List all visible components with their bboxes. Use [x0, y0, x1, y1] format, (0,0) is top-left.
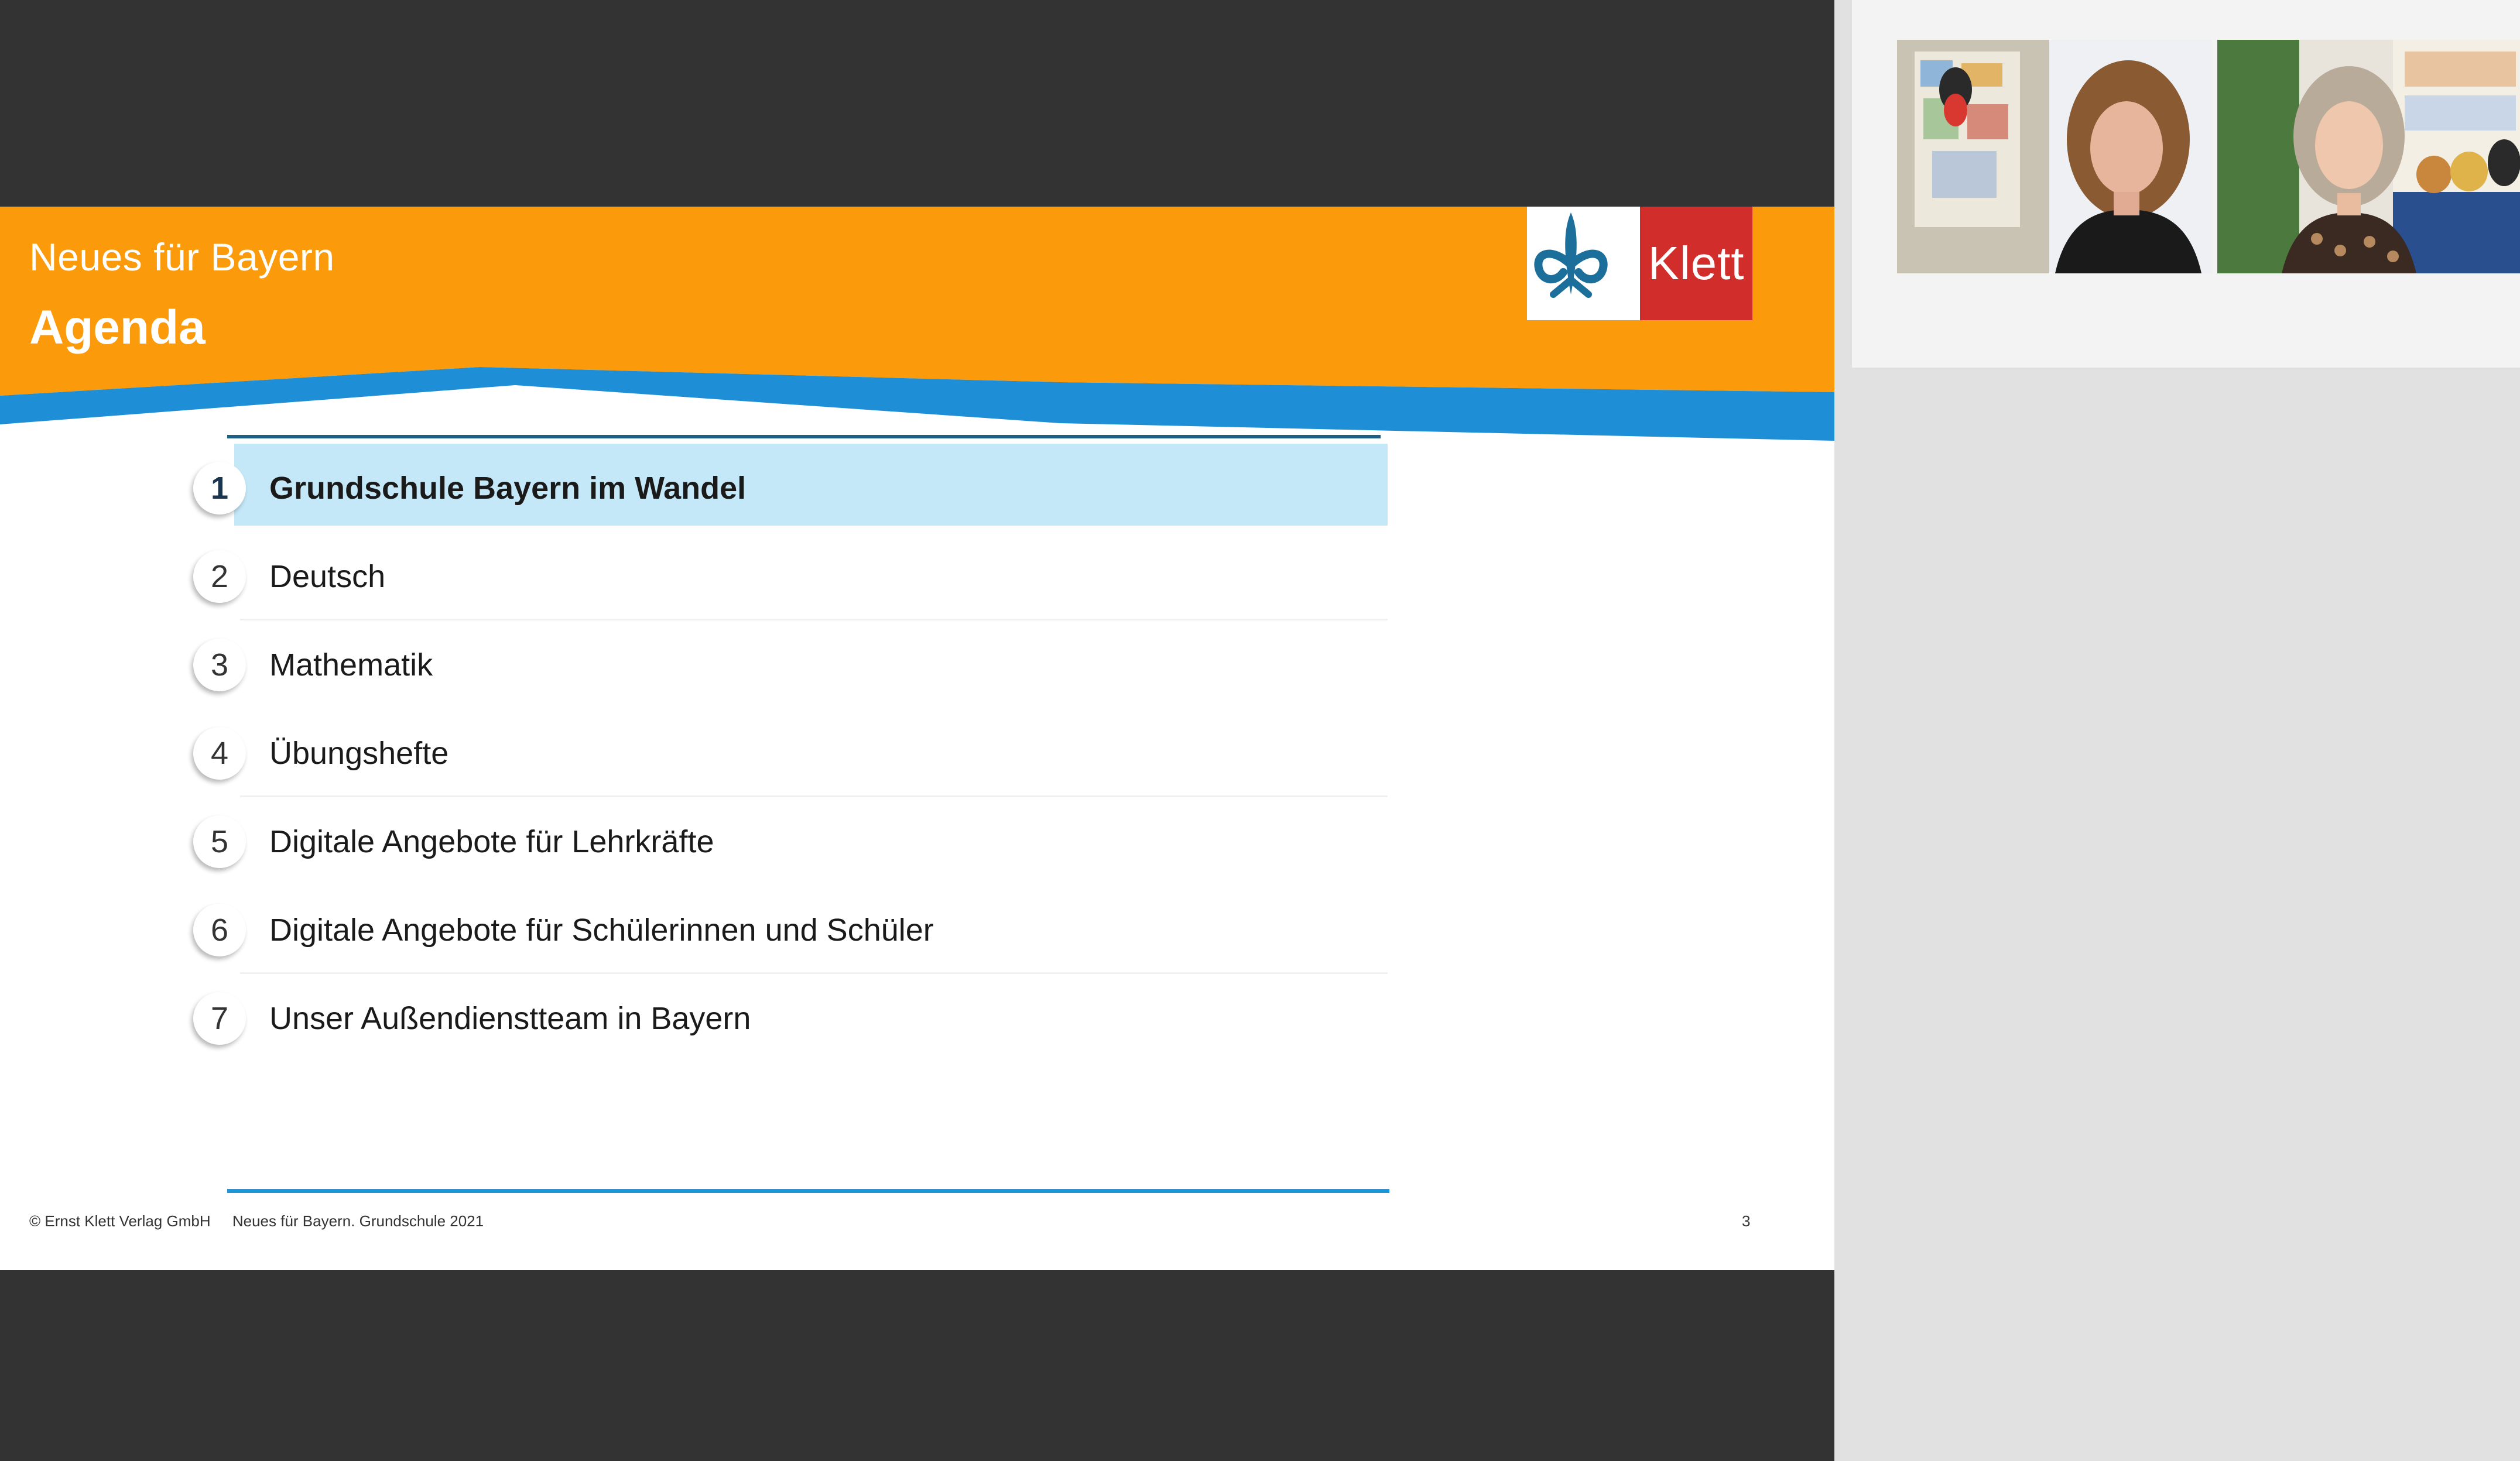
agenda-number-badge: 1: [193, 461, 246, 515]
agenda-item-label: Digitale Angebote für Schülerinnen und S…: [269, 912, 934, 948]
agenda-number-badge: 5: [193, 815, 246, 868]
agenda-number-badge: 4: [193, 726, 246, 780]
slide-footer: © Ernst Klett Verlag GmbH Neues für Baye…: [29, 1212, 501, 1230]
agenda-item-5: 5 Digitale Angebote für Lehrkräfte: [193, 797, 1388, 886]
agenda-list: 1 Grundschule Bayern im Wandel 2 Deutsch…: [193, 444, 1388, 1062]
klett-logo: Klett: [1527, 207, 1752, 320]
footer-copyright: © Ernst Klett Verlag GmbH: [29, 1212, 211, 1230]
agenda-item-1: 1 Grundschule Bayern im Wandel: [193, 444, 1388, 532]
agenda-item-label: Unser Außendienstteam in Bayern: [269, 1000, 751, 1036]
agenda-item-label: Digitale Angebote für Lehrkräfte: [269, 824, 714, 859]
slide-subtitle: Neues für Bayern: [29, 235, 335, 279]
participants-strip: [1852, 0, 2520, 368]
agenda-top-rule: [227, 435, 1381, 438]
participants-panel: [1834, 0, 2520, 1461]
agenda-item-2: 2 Deutsch: [193, 532, 1388, 620]
klett-wordmark: Klett: [1640, 207, 1752, 320]
agenda-item-4: 4 Übungshefte: [193, 709, 1388, 797]
slide-footer-rule: [227, 1189, 1389, 1193]
agenda-number-badge: 6: [193, 903, 246, 956]
participant-video-feed: [1897, 40, 2212, 273]
slide-header: Neues für Bayern Agenda Klett: [0, 207, 1834, 441]
agenda-item-7: 7 Unser Außendienstteam in Bayern: [193, 974, 1388, 1062]
participant-video-tile[interactable]: [1897, 40, 2212, 273]
participant-video-feed: [2217, 40, 2520, 273]
presentation-slide: Neues für Bayern Agenda Klett 1 Grundsch…: [0, 207, 1834, 1270]
agenda-item-label: Grundschule Bayern im Wandel: [269, 470, 747, 506]
slide-page-number: 3: [1742, 1212, 1751, 1230]
agenda-number-badge: 2: [193, 550, 246, 603]
participant-video-tile[interactable]: [2217, 40, 2520, 273]
shared-screen-area: Neues für Bayern Agenda Klett 1 Grundsch…: [0, 0, 1834, 1461]
agenda-item-label: Mathematik: [269, 647, 433, 683]
agenda-item-label: Deutsch: [269, 558, 386, 594]
agenda-item-label: Übungshefte: [269, 735, 449, 771]
footer-title: Neues für Bayern. Grundschule 2021: [232, 1212, 484, 1230]
meeting-window: Neues für Bayern Agenda Klett 1 Grundsch…: [0, 0, 2520, 1461]
agenda-item-6: 6 Digitale Angebote für Schülerinnen und…: [193, 886, 1388, 974]
agenda-number-badge: 7: [193, 992, 246, 1045]
agenda-item-3: 3 Mathematik: [193, 620, 1388, 709]
klett-emblem-icon: [1527, 207, 1640, 320]
slide-title: Agenda: [29, 301, 206, 354]
agenda-number-badge: 3: [193, 638, 246, 691]
